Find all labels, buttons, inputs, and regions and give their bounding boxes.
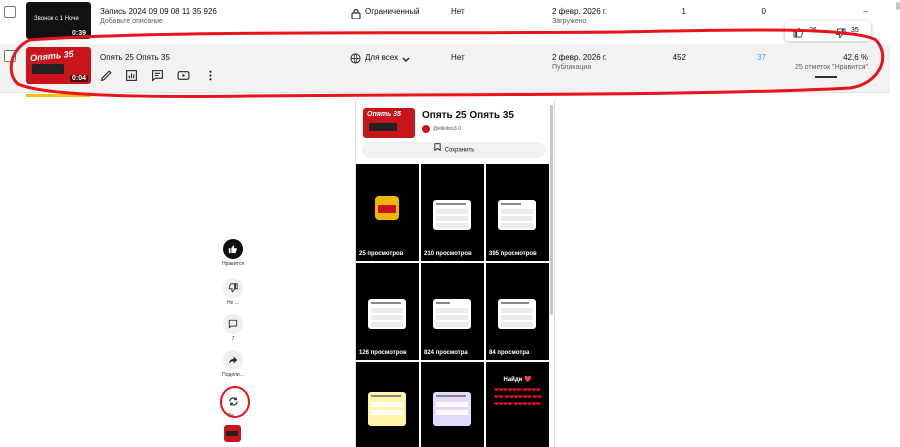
share-icon[interactable] <box>223 350 243 370</box>
poll-card <box>433 299 471 329</box>
share-label: Подели... <box>222 372 244 378</box>
short-tile[interactable]: 84 просмотра <box>486 263 549 360</box>
dislike-label: Не ... <box>227 300 239 306</box>
playlist-thumb-art <box>369 123 397 131</box>
short-tile[interactable] <box>421 362 484 447</box>
short-tile[interactable]: 25 просмотров <box>356 164 419 261</box>
like-action[interactable]: Нравится <box>222 239 244 267</box>
tile-heading: Найди ❤️ <box>503 377 532 383</box>
playlist-thumb-text: Опять 35 <box>367 111 401 118</box>
short-tile[interactable]: 126 просмотров <box>356 263 419 360</box>
comment-icon[interactable] <box>223 314 243 334</box>
remix-annotation-circle <box>220 386 250 418</box>
dislike-icon[interactable] <box>223 278 243 298</box>
poll-card <box>498 200 536 230</box>
poll-card <box>433 392 471 426</box>
tile-views: 84 просмотра <box>489 350 530 356</box>
shorts-playlist-panel: Опять 35 Опять 25 Опять 35 @ellisbro3.0 … <box>355 101 555 447</box>
poll-card <box>368 392 406 426</box>
tile-views: 824 просмотра <box>424 350 468 356</box>
comments-label: 7 <box>231 336 235 342</box>
annotation-outline <box>9 28 885 98</box>
channel-handle[interactable]: @ellisbro3.0 <box>433 126 461 132</box>
tile-views: 25 просмотров <box>359 251 404 257</box>
like-label: Нравится <box>222 261 245 267</box>
short-tile[interactable]: 210 просмотров <box>421 164 484 261</box>
panel-scrollbar[interactable] <box>550 105 553 315</box>
slot-machine-icon <box>375 196 399 220</box>
playlist-title: Опять 25 Опять 35 <box>422 110 514 121</box>
poll-card <box>433 200 471 230</box>
short-tile[interactable]: Найди ❤️ ❤❤❤❤❤❤ ❤❤❤❤❤❤ ❤❤❤❤❤❤ ❤❤❤❤❤❤ ❤❤❤… <box>486 362 549 447</box>
short-tile[interactable]: 824 просмотра <box>421 263 484 360</box>
comments-action[interactable]: 7 <box>222 314 244 342</box>
hearts-grid: ❤❤❤❤❤❤ ❤❤❤❤❤❤ ❤❤❤❤❤❤ ❤❤❤❤❤❤ ❤❤❤❤❤❤ <box>494 388 542 408</box>
like-icon[interactable] <box>223 239 243 259</box>
slot-window <box>378 205 396 213</box>
poll-card <box>498 299 536 329</box>
tile-views: 395 просмотров <box>489 251 537 257</box>
short-tile[interactable]: 395 просмотров <box>486 164 549 261</box>
tile-views: 126 просмотров <box>359 350 407 356</box>
tile-views: 210 просмотров <box>424 251 472 257</box>
sound-thumbnail[interactable] <box>224 425 241 442</box>
playlist-thumbnail[interactable]: Опять 35 <box>363 108 415 138</box>
save-button[interactable]: Сохранить <box>362 142 546 158</box>
avatar[interactable] <box>422 125 430 133</box>
dislike-action[interactable]: Не ... <box>222 278 244 306</box>
poll-card <box>368 299 406 329</box>
share-action[interactable]: Подели... <box>222 350 244 378</box>
save-label: Сохранить <box>444 147 475 154</box>
short-tile[interactable] <box>356 362 419 447</box>
bookmark-icon <box>433 142 441 158</box>
